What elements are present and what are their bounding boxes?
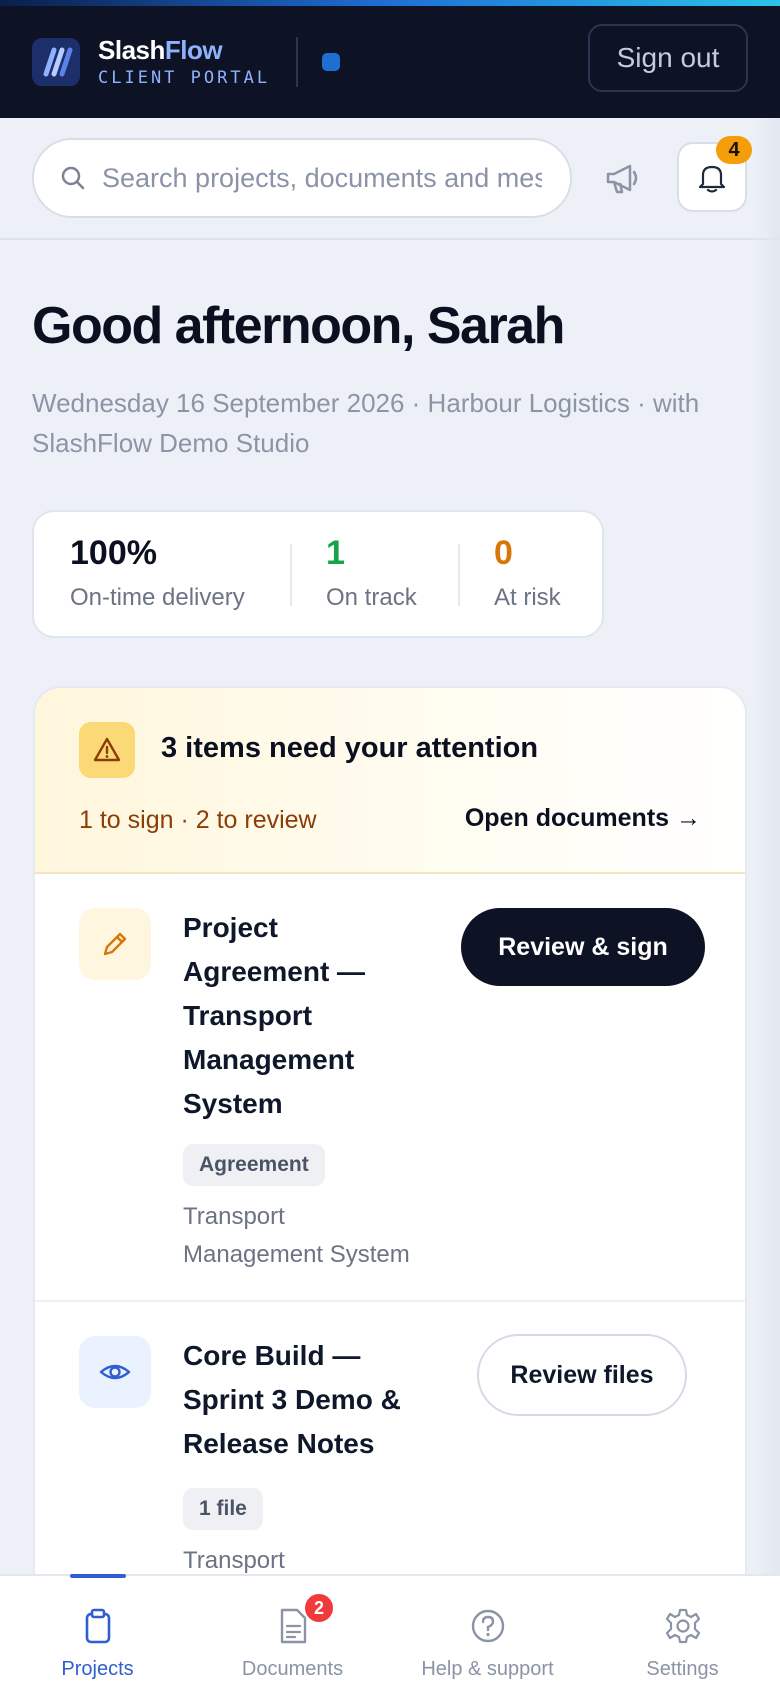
item-type-tag: 1 file	[183, 1488, 263, 1530]
open-documents-link[interactable]: Open documents →	[465, 804, 701, 833]
scroll-edge-shade	[752, 118, 780, 1574]
bell-icon	[698, 165, 726, 193]
attention-header: 3 items need your attention 1 to sign · …	[35, 688, 745, 874]
warning-triangle-icon	[93, 737, 121, 762]
item-type-tag: Agreement	[183, 1144, 325, 1186]
documents-count-badge: 2	[303, 1592, 335, 1624]
nav-label: Settings	[646, 1658, 719, 1680]
stats-card: 100% On-time delivery 1 On track 0 At ri…	[32, 510, 604, 638]
warning-badge	[79, 722, 135, 778]
pencil-icon	[103, 932, 127, 956]
attention-item: Project Agreement — Transport Management…	[35, 874, 745, 1302]
stat-label: At risk	[494, 584, 561, 611]
workspace-status-dot	[322, 53, 341, 71]
search-box[interactable]	[32, 138, 572, 218]
item-icon-box	[79, 1336, 151, 1408]
stat-value: 100%	[70, 534, 157, 572]
stat-label: On-time delivery	[70, 584, 245, 611]
greeting-title: Good afternoon, Sarah	[32, 297, 565, 355]
search-toolbar: 4	[0, 118, 780, 240]
item-project: Transport Management System	[183, 1203, 410, 1268]
attention-summary: 1 to sign · 2 to review	[79, 806, 317, 834]
nav-item-projects[interactable]: Projects	[0, 1574, 195, 1688]
stat-at-risk: 0 At risk	[494, 532, 561, 612]
stat-value: 1	[326, 534, 345, 572]
stat-divider	[290, 544, 292, 606]
stat-on-time-delivery: 100% On-time delivery	[70, 532, 245, 612]
nav-label: Help & support	[421, 1658, 554, 1680]
active-indicator	[69, 1574, 126, 1578]
brand: SlashFlow CLIENT PORTAL	[98, 35, 270, 89]
nav-item-documents[interactable]: 2 Documents	[195, 1576, 390, 1688]
brand-subtitle: CLIENT PORTAL	[98, 68, 271, 88]
review-files-button[interactable]: Review files	[477, 1334, 687, 1416]
greeting-subline: Wednesday 16 September 2026 · Harbour Lo…	[32, 388, 700, 458]
stat-on-track: 1 On track	[326, 532, 417, 612]
search-input[interactable]	[102, 162, 542, 194]
megaphone-icon[interactable]	[602, 156, 646, 200]
stat-label: On track	[326, 584, 417, 611]
item-title[interactable]: Project Agreement — Transport Management…	[183, 906, 365, 1126]
sign-out-button[interactable]: Sign out	[588, 24, 748, 92]
nav-label: Documents	[241, 1658, 344, 1680]
stat-divider	[458, 544, 460, 606]
logo[interactable]	[32, 38, 80, 86]
bottom-navigation: Projects 2 Documents Help & support Sett…	[0, 1574, 780, 1688]
header-divider	[296, 37, 299, 87]
app-header: SlashFlow CLIENT PORTAL Sign out	[0, 6, 780, 118]
brand-name: SlashFlow	[98, 35, 223, 65]
nav-label: Projects	[61, 1658, 134, 1680]
review-and-sign-button[interactable]: Review & sign	[461, 908, 705, 986]
nav-item-help[interactable]: Help & support	[390, 1576, 585, 1688]
attention-card: 3 items need your attention 1 to sign · …	[33, 686, 747, 1686]
gear-icon	[665, 1608, 700, 1644]
attention-title: 3 items need your attention	[161, 732, 539, 764]
nav-item-settings[interactable]: Settings	[585, 1576, 780, 1688]
slash-logo-icon	[43, 47, 73, 77]
eye-icon	[99, 1364, 131, 1380]
clipboard-icon	[85, 1608, 110, 1644]
help-icon	[471, 1609, 504, 1643]
item-title[interactable]: Core Build — Sprint 3 Demo & Release Not…	[183, 1334, 401, 1466]
stat-value: 0	[494, 534, 513, 572]
search-icon	[61, 166, 85, 190]
item-icon-box	[79, 908, 151, 980]
notification-count-badge: 4	[716, 136, 752, 164]
